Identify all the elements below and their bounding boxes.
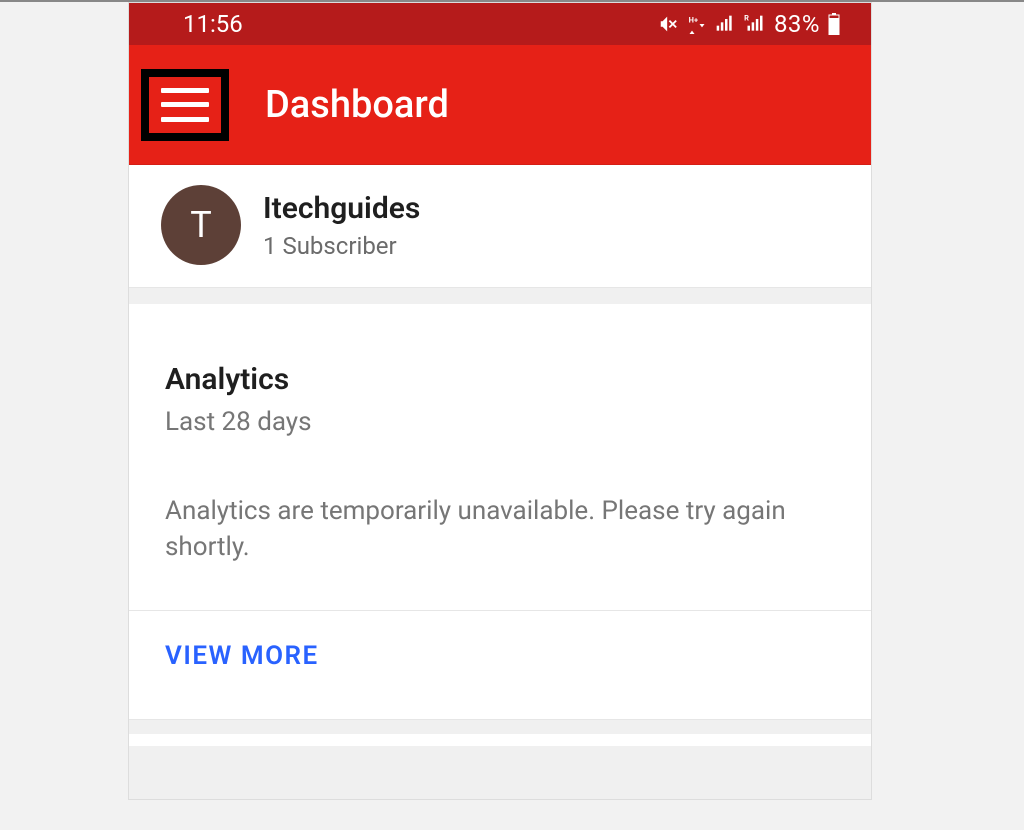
page-title: Dashboard — [265, 83, 449, 127]
battery-percent: 83% — [774, 10, 820, 38]
view-more-row: VIEW MORE — [129, 610, 871, 719]
signal-icon — [714, 14, 736, 34]
next-card-hint — [129, 734, 871, 746]
channel-info: Itechguides 1 Subscriber — [263, 191, 420, 260]
analytics-subtitle: Last 28 days — [165, 407, 835, 437]
subscriber-count: 1 Subscriber — [263, 232, 420, 260]
analytics-title: Analytics — [165, 362, 835, 397]
battery-icon — [827, 13, 841, 35]
status-bar: 11:56 H+ R 83% — [129, 3, 871, 45]
mobile-data-icon: H+ — [687, 14, 707, 34]
status-icons: H+ R 83% — [658, 10, 841, 38]
view-more-button[interactable]: VIEW MORE — [165, 641, 319, 671]
hamburger-highlight-box — [141, 69, 229, 141]
signal-roaming-icon: R — [743, 14, 767, 34]
device-frame: 11:56 H+ R 83% Dashboard — [128, 2, 872, 800]
channel-avatar: T — [161, 185, 241, 265]
analytics-card: Analytics Last 28 days Analytics are tem… — [129, 304, 871, 720]
card-gap — [129, 288, 871, 304]
channel-name: Itechguides — [263, 191, 420, 226]
analytics-message: Analytics are temporarily unavailable. P… — [129, 493, 871, 610]
svg-text:R: R — [744, 14, 749, 23]
mute-vibrate-icon — [658, 13, 680, 35]
app-bar: Dashboard — [129, 45, 871, 165]
channel-card[interactable]: T Itechguides 1 Subscriber — [129, 165, 871, 288]
svg-text:H+: H+ — [689, 15, 698, 24]
analytics-header: Analytics Last 28 days — [129, 304, 871, 437]
status-time: 11:56 — [183, 10, 243, 38]
hamburger-menu-icon[interactable] — [157, 85, 213, 125]
